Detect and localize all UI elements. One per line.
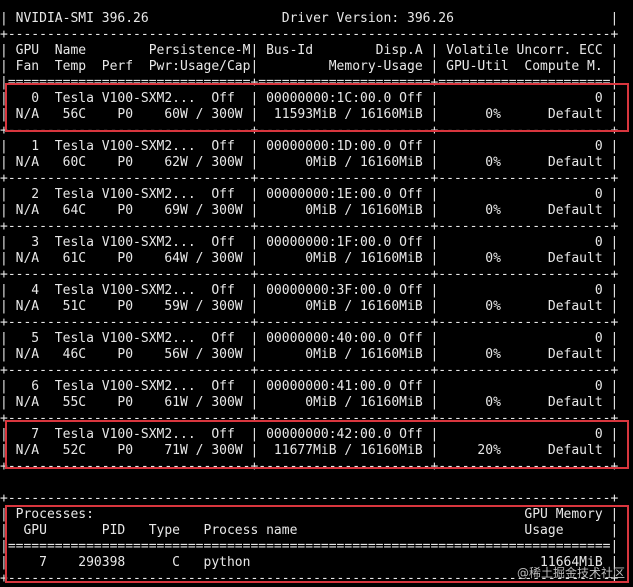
gpu-separator: +-------------------------------+-------… bbox=[0, 219, 619, 234]
gpu-6-line-2: | N/A 55C P0 61W / 300W | 0MiB / 16160Mi… bbox=[0, 395, 619, 410]
gpu-2-line-1: | 2 Tesla V100-SXM2... Off | 00000000:1E… bbox=[0, 187, 619, 202]
column-header-row-2: | Fan Temp Perf Pwr:Usage/Cap| Memory-Us… bbox=[0, 59, 619, 74]
gpu-3-line-2: | N/A 61C P0 64W / 300W | 0MiB / 16160Mi… bbox=[0, 251, 619, 266]
gpu-5-line-1: | 5 Tesla V100-SXM2... Off | 00000000:40… bbox=[0, 331, 619, 346]
gpu-3-line-1: | 3 Tesla V100-SXM2... Off | 00000000:1F… bbox=[0, 235, 619, 250]
processes-title: | Processes: GPU Memory | bbox=[0, 507, 619, 522]
gpu-0-line-1: | 0 Tesla V100-SXM2... Off | 00000000:1C… bbox=[0, 91, 619, 106]
processes-columns: | GPU PID Type Process name Usage | bbox=[0, 523, 619, 538]
processes-separator: |=======================================… bbox=[0, 539, 619, 554]
gpu-1-line-1: | 1 Tesla V100-SXM2... Off | 00000000:1D… bbox=[0, 139, 619, 154]
gpu-6-line-1: | 6 Tesla V100-SXM2... Off | 00000000:41… bbox=[0, 379, 619, 394]
gpu-separator: +-------------------------------+-------… bbox=[0, 267, 619, 282]
gpu-7-line-2: | N/A 52C P0 71W / 300W | 11677MiB / 161… bbox=[0, 443, 619, 458]
header-top-border: +---------------------------------------… bbox=[0, 27, 619, 42]
column-header-row-1: | GPU Name Persistence-M| Bus-Id Disp.A … bbox=[0, 43, 619, 58]
gpu-7-line-1: | 7 Tesla V100-SXM2... Off | 00000000:42… bbox=[0, 427, 619, 442]
terminal-window: | NVIDIA-SMI 396.26 Driver Version: 396.… bbox=[0, 0, 633, 586]
smi-banner: | NVIDIA-SMI 396.26 Driver Version: 396.… bbox=[0, 11, 619, 26]
gpu-4-line-2: | N/A 51C P0 59W / 300W | 0MiB / 16160Mi… bbox=[0, 299, 619, 314]
gpu-separator: +-------------------------------+-------… bbox=[0, 123, 619, 138]
gpu-separator: +-------------------------------+-------… bbox=[0, 315, 619, 330]
processes-top-border: +---------------------------------------… bbox=[0, 491, 619, 506]
gpu-separator: +-------------------------------+-------… bbox=[0, 363, 619, 378]
header-separator: |===============================+=======… bbox=[0, 75, 619, 90]
gpu-separator: +-------------------------------+-------… bbox=[0, 171, 619, 186]
gpu-2-line-2: | N/A 64C P0 69W / 300W | 0MiB / 16160Mi… bbox=[0, 203, 619, 218]
gpu-separator: +-------------------------------+-------… bbox=[0, 411, 619, 426]
gpu-5-line-2: | N/A 46C P0 56W / 300W | 0MiB / 16160Mi… bbox=[0, 347, 619, 362]
gpu-separator: +-------------------------------+-------… bbox=[0, 459, 619, 474]
gpu-4-line-1: | 4 Tesla V100-SXM2... Off | 00000000:3F… bbox=[0, 283, 619, 298]
watermark: @稀土掘金技术社区 bbox=[516, 566, 625, 580]
gpu-1-line-2: | N/A 60C P0 62W / 300W | 0MiB / 16160Mi… bbox=[0, 155, 619, 170]
gpu-0-line-2: | N/A 56C P0 60W / 300W | 11593MiB / 161… bbox=[0, 107, 619, 122]
